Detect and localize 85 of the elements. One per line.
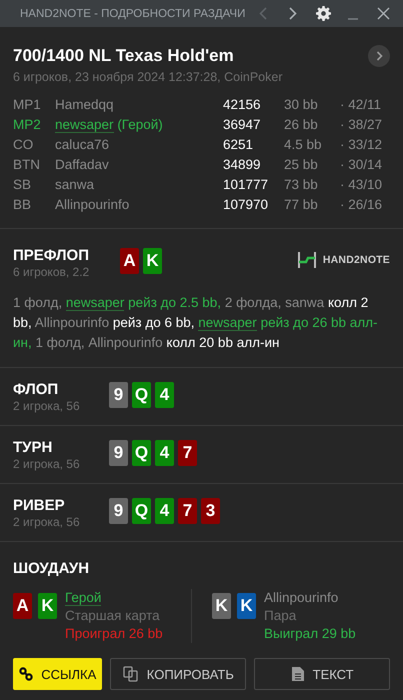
stack-amount: 42156 bbox=[223, 96, 262, 114]
hand-subtitle: 6 игроков, 23 ноября 2024 12:37:28, CoinPoker bbox=[13, 70, 284, 84]
player-name: sanwa bbox=[55, 176, 96, 194]
street-subtitle: 6 игроков, 2.2 bbox=[13, 265, 90, 279]
stack-bb: 77 bb bbox=[284, 196, 319, 214]
link-button[interactable]: ССЫЛКА bbox=[13, 658, 102, 690]
stack-bb: 26 bb bbox=[284, 116, 319, 134]
stack-amount: 107970 bbox=[223, 196, 270, 214]
street-title: ФЛОП bbox=[13, 381, 60, 398]
stack-amount: 36947 bbox=[223, 116, 262, 134]
copy-button[interactable]: КОПИРОВАТЬ bbox=[110, 658, 246, 690]
street-subtitle: 2 игрока, 56 bbox=[13, 515, 81, 529]
forward-icon bbox=[288, 7, 297, 20]
position-label: CO bbox=[13, 136, 34, 154]
playing-card: K bbox=[212, 593, 231, 619]
hand-combination: Старшая карта bbox=[65, 607, 161, 625]
settings-icon bbox=[316, 6, 331, 21]
logo-icon bbox=[296, 251, 317, 269]
position-label: SB bbox=[13, 176, 32, 194]
text-button[interactable]: ТЕКСТ bbox=[254, 658, 390, 690]
window-title: HAND2NOTE - ПОДРОБНОСТИ РАЗДАЧИ bbox=[20, 8, 246, 20]
playing-card: 7 bbox=[178, 498, 197, 524]
stack-bb: 30 bb bbox=[284, 96, 319, 114]
minimize-icon bbox=[347, 18, 360, 20]
player-name: caluca76 bbox=[55, 136, 110, 154]
playing-card: Q bbox=[132, 440, 151, 466]
logo-text: HAND2NOTE bbox=[322, 254, 390, 266]
hand-title: 700/1400 NL Texas Hold'em bbox=[13, 46, 234, 66]
playing-card: 3 bbox=[201, 498, 220, 524]
player-stats: · 30/14 bbox=[340, 156, 384, 174]
document-icon bbox=[290, 666, 305, 682]
playing-card: 7 bbox=[178, 440, 197, 466]
playing-card: K bbox=[38, 593, 57, 619]
player-stats: · 38/27 bbox=[340, 116, 384, 134]
position-label: MP2 bbox=[13, 116, 42, 134]
position-label: BB bbox=[13, 196, 32, 214]
playing-card: 4 bbox=[155, 382, 174, 408]
playing-card: 4 bbox=[155, 440, 174, 466]
back-icon bbox=[258, 7, 266, 20]
playing-card: Q bbox=[132, 498, 151, 524]
playing-card: K bbox=[237, 593, 256, 619]
link-icon bbox=[19, 667, 34, 681]
player-name: Allinpourinfo bbox=[264, 589, 340, 607]
stack-amount: 6251 bbox=[223, 136, 254, 154]
position-label: BTN bbox=[13, 156, 41, 174]
street-title: РИВЕР bbox=[13, 497, 66, 514]
street-subtitle: 2 игрока, 56 bbox=[13, 457, 81, 471]
stack-bb: 25 bb bbox=[284, 156, 319, 174]
stack-bb: 4.5 bb bbox=[284, 136, 323, 154]
hand-result: Проиграл 26 bb bbox=[65, 625, 163, 643]
street-subtitle: 2 игрока, 56 bbox=[13, 399, 81, 413]
chevron-icon bbox=[376, 51, 382, 61]
close-icon bbox=[377, 7, 390, 20]
action-log: 1 фолд, newsaper рейз до 2.5 bb, 2 фолда, sanwa колл 2 bb, Allinpourinfo рейз до 6 bb, newsaper рейз до 26 bb алл-ин, 1 фолд, Allinpourinfo колл 20 bb алл-ин bbox=[13, 294, 378, 352]
player-stats: · 33/12 bbox=[340, 136, 384, 154]
playing-card: 4 bbox=[155, 498, 174, 524]
player-stats: · 26/16 bbox=[340, 196, 384, 214]
player-link[interactable]: newsaper bbox=[66, 295, 124, 311]
playing-card: A bbox=[13, 593, 32, 619]
playing-card: Q bbox=[132, 382, 151, 408]
playing-card: 9 bbox=[109, 440, 128, 466]
street-title: ПРЕФЛОП bbox=[13, 247, 90, 264]
player-name: Hamedqq bbox=[55, 96, 115, 114]
hand-combination: Пара bbox=[264, 607, 298, 625]
street-title: ШОУДАУН bbox=[13, 560, 90, 577]
playing-card: 9 bbox=[109, 498, 128, 524]
hand-result: Выиграл 29 bb bbox=[264, 625, 356, 643]
playing-card: 9 bbox=[109, 382, 128, 408]
player-name: Allinpourinfo bbox=[55, 196, 130, 214]
stack-amount: 34899 bbox=[223, 156, 262, 174]
player-link[interactable]: newsaper bbox=[55, 117, 114, 133]
player-stats: · 43/10 bbox=[340, 176, 384, 194]
player-name: Daffadav bbox=[55, 156, 110, 174]
position-label: MP1 bbox=[13, 96, 42, 114]
player-stats: · 42/11 bbox=[340, 96, 382, 114]
player-link[interactable]: Герой bbox=[65, 590, 102, 606]
playing-card: A bbox=[120, 248, 139, 274]
stack-bb: 73 bb bbox=[284, 176, 319, 194]
next-hand-button[interactable] bbox=[368, 45, 390, 67]
copy-icon bbox=[122, 666, 139, 682]
hero-tag: (Герой) bbox=[117, 117, 163, 132]
playing-card: K bbox=[143, 248, 162, 274]
stack-amount: 101777 bbox=[223, 176, 270, 194]
street-title: ТУРН bbox=[13, 439, 54, 456]
player-link[interactable]: newsaper bbox=[198, 315, 257, 331]
